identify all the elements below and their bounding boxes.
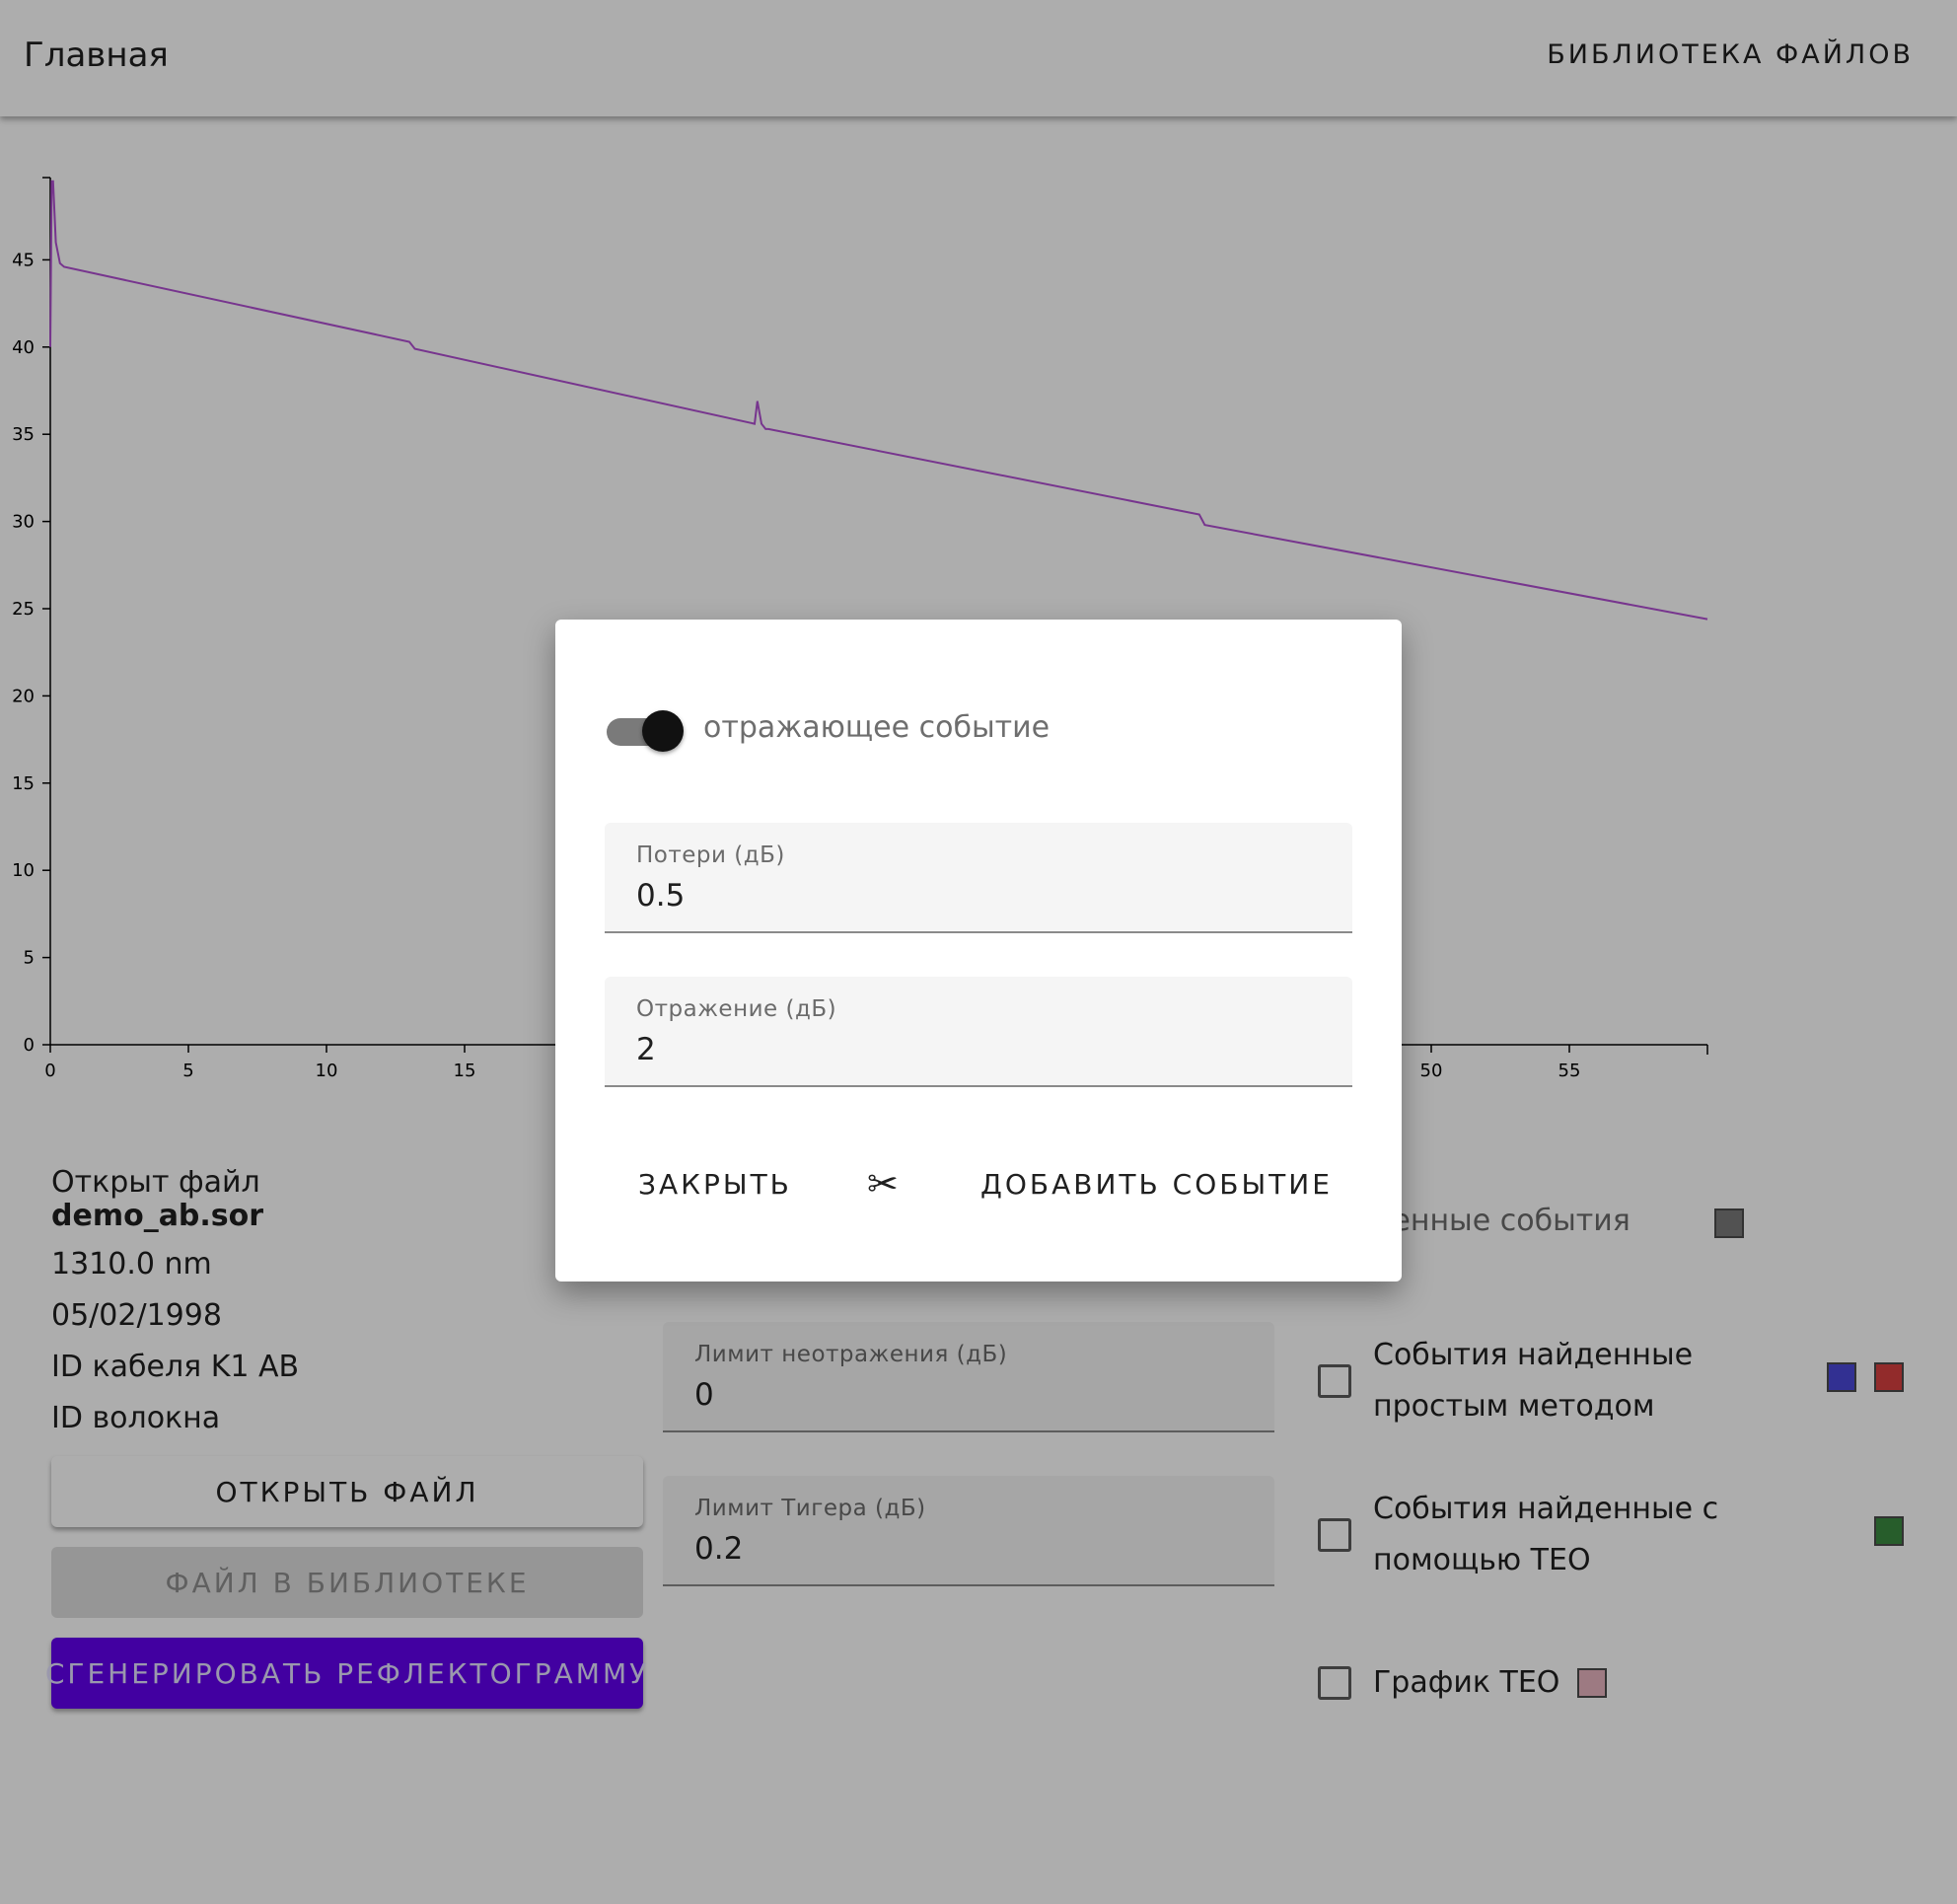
switch-thumb [642, 710, 684, 752]
close-button[interactable]: ЗАКРЫТЬ [638, 1168, 792, 1201]
add-event-dialog: отражающее событие Потери (дБ) 0.5 Отраж… [555, 620, 1402, 1282]
loss-field[interactable]: Потери (дБ) 0.5 [605, 823, 1352, 933]
reflective-event-label: отражающее событие [703, 710, 1051, 745]
reflection-field[interactable]: Отражение (дБ) 2 [605, 977, 1352, 1087]
scissors-icon[interactable]: ✂ [867, 1162, 899, 1206]
loss-value: 0.5 [636, 878, 686, 914]
loss-label: Потери (дБ) [636, 842, 785, 868]
reflection-label: Отражение (дБ) [636, 996, 837, 1022]
add-event-button[interactable]: ДОБАВИТЬ СОБЫТИЕ [980, 1168, 1333, 1201]
reflection-value: 2 [636, 1032, 656, 1067]
